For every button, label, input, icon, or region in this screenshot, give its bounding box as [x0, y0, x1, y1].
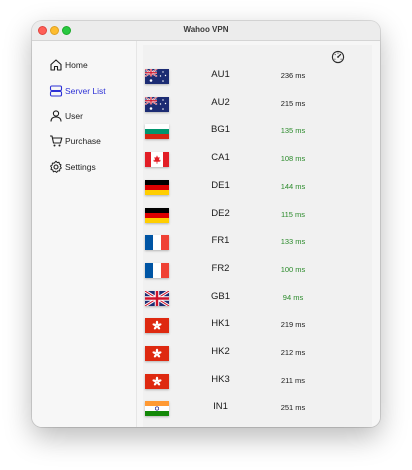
- flag-in-icon: [145, 401, 169, 417]
- server-ping: 215 ms: [280, 98, 306, 108]
- server-row[interactable]: DE1 144 ms: [143, 176, 372, 198]
- flag-fr-icon: [145, 235, 169, 251]
- flag-hk-icon: [145, 373, 169, 389]
- sidebar-item-home[interactable]: Home: [49, 57, 88, 73]
- server-row[interactable]: HK2 212 ms: [143, 342, 372, 364]
- scrollbar[interactable]: [372, 45, 380, 427]
- sidebar-item-settings[interactable]: Settings: [49, 159, 96, 175]
- server-row[interactable]: BG1 135 ms: [143, 120, 372, 142]
- server-row[interactable]: GB1 94 ms: [143, 287, 372, 309]
- server-ping: 100 ms: [280, 264, 306, 274]
- cart-icon: [50, 135, 63, 147]
- server-name: CA1: [211, 152, 230, 164]
- user-icon: [50, 110, 62, 122]
- gear-icon: [50, 160, 62, 173]
- flag-ca-icon: [145, 152, 169, 168]
- server-row[interactable]: FR2 100 ms: [143, 259, 372, 281]
- flag-de-icon: [145, 207, 169, 223]
- sidebar-divider: [136, 41, 137, 427]
- server-name: FR2: [211, 262, 230, 274]
- server-name: GB1: [210, 290, 230, 302]
- server-ping: 251 ms: [280, 403, 306, 413]
- server-ping: 236 ms: [280, 71, 306, 80]
- server-ping: 94 ms: [282, 292, 304, 302]
- home-icon: [50, 59, 62, 71]
- flag-hk-icon: [145, 346, 169, 361]
- server-row[interactable]: AU1 236 ms: [143, 65, 372, 87]
- server-ping: 211 ms: [280, 375, 306, 385]
- flag-gb-icon: [145, 290, 169, 306]
- server-name: DE2: [211, 207, 230, 219]
- server-row[interactable]: IN1 251 ms: [143, 397, 372, 419]
- flag-au-icon: [145, 69, 169, 84]
- server-ping: 135 ms: [280, 126, 306, 136]
- server-name: IN1: [213, 401, 228, 413]
- server-row[interactable]: HK3 211 ms: [143, 370, 372, 392]
- server-name: FR1: [211, 235, 230, 247]
- flag-hk-icon: [145, 318, 169, 334]
- window-title: Wahoo VPN: [183, 25, 229, 34]
- sidebar-item-label: Settings: [65, 162, 96, 172]
- server-name: HK1: [211, 318, 230, 330]
- server-ping: 115 ms: [280, 209, 306, 219]
- server-ping: 144 ms: [280, 181, 306, 191]
- sidebar-item-label: User: [65, 111, 83, 121]
- server-row[interactable]: HK1 219 ms: [143, 314, 372, 336]
- sidebar-item-purchase[interactable]: Purchase: [49, 133, 101, 149]
- app-window: Wahoo VPN Home Server List User Purchase…: [32, 21, 380, 427]
- sidebar-item-label: Home: [65, 60, 88, 70]
- server-ping: 133 ms: [280, 237, 306, 247]
- flag-bg-icon: [145, 124, 169, 140]
- server-row[interactable]: FR1 133 ms: [143, 231, 372, 253]
- server-name: AU1: [211, 69, 230, 80]
- speedometer-icon[interactable]: [331, 50, 345, 64]
- server-ping: 212 ms: [280, 348, 306, 357]
- sidebar: Home Server List User Purchase Settings: [32, 41, 136, 427]
- server-name: DE1: [211, 179, 230, 191]
- server-name: AU2: [211, 96, 230, 108]
- sidebar-item-user[interactable]: User: [49, 108, 83, 124]
- sidebar-item-label: Purchase: [65, 136, 101, 146]
- server-ping: 108 ms: [280, 154, 306, 164]
- sidebar-item-label: Server List: [65, 86, 106, 96]
- server-name: HK3: [211, 373, 230, 385]
- server-list: AU1 236 ms AU2 215 ms BG1 135 ms CA1 108 ms DE1 1…: [143, 45, 372, 427]
- server-ping: 219 ms: [280, 320, 306, 330]
- flag-de-icon: [145, 179, 169, 195]
- server-row[interactable]: CA1 108 ms: [143, 148, 372, 170]
- flag-fr-icon: [145, 262, 169, 278]
- sidebar-item-server-list[interactable]: Server List: [49, 83, 106, 99]
- server-icon: [49, 85, 63, 97]
- server-name: BG1: [210, 124, 230, 136]
- server-name: HK2: [211, 346, 230, 357]
- title-bar: Wahoo VPN: [32, 21, 380, 41]
- flag-au-icon: [145, 96, 169, 112]
- server-row[interactable]: DE2 115 ms: [143, 204, 372, 226]
- server-row[interactable]: AU2 215 ms: [143, 93, 372, 115]
